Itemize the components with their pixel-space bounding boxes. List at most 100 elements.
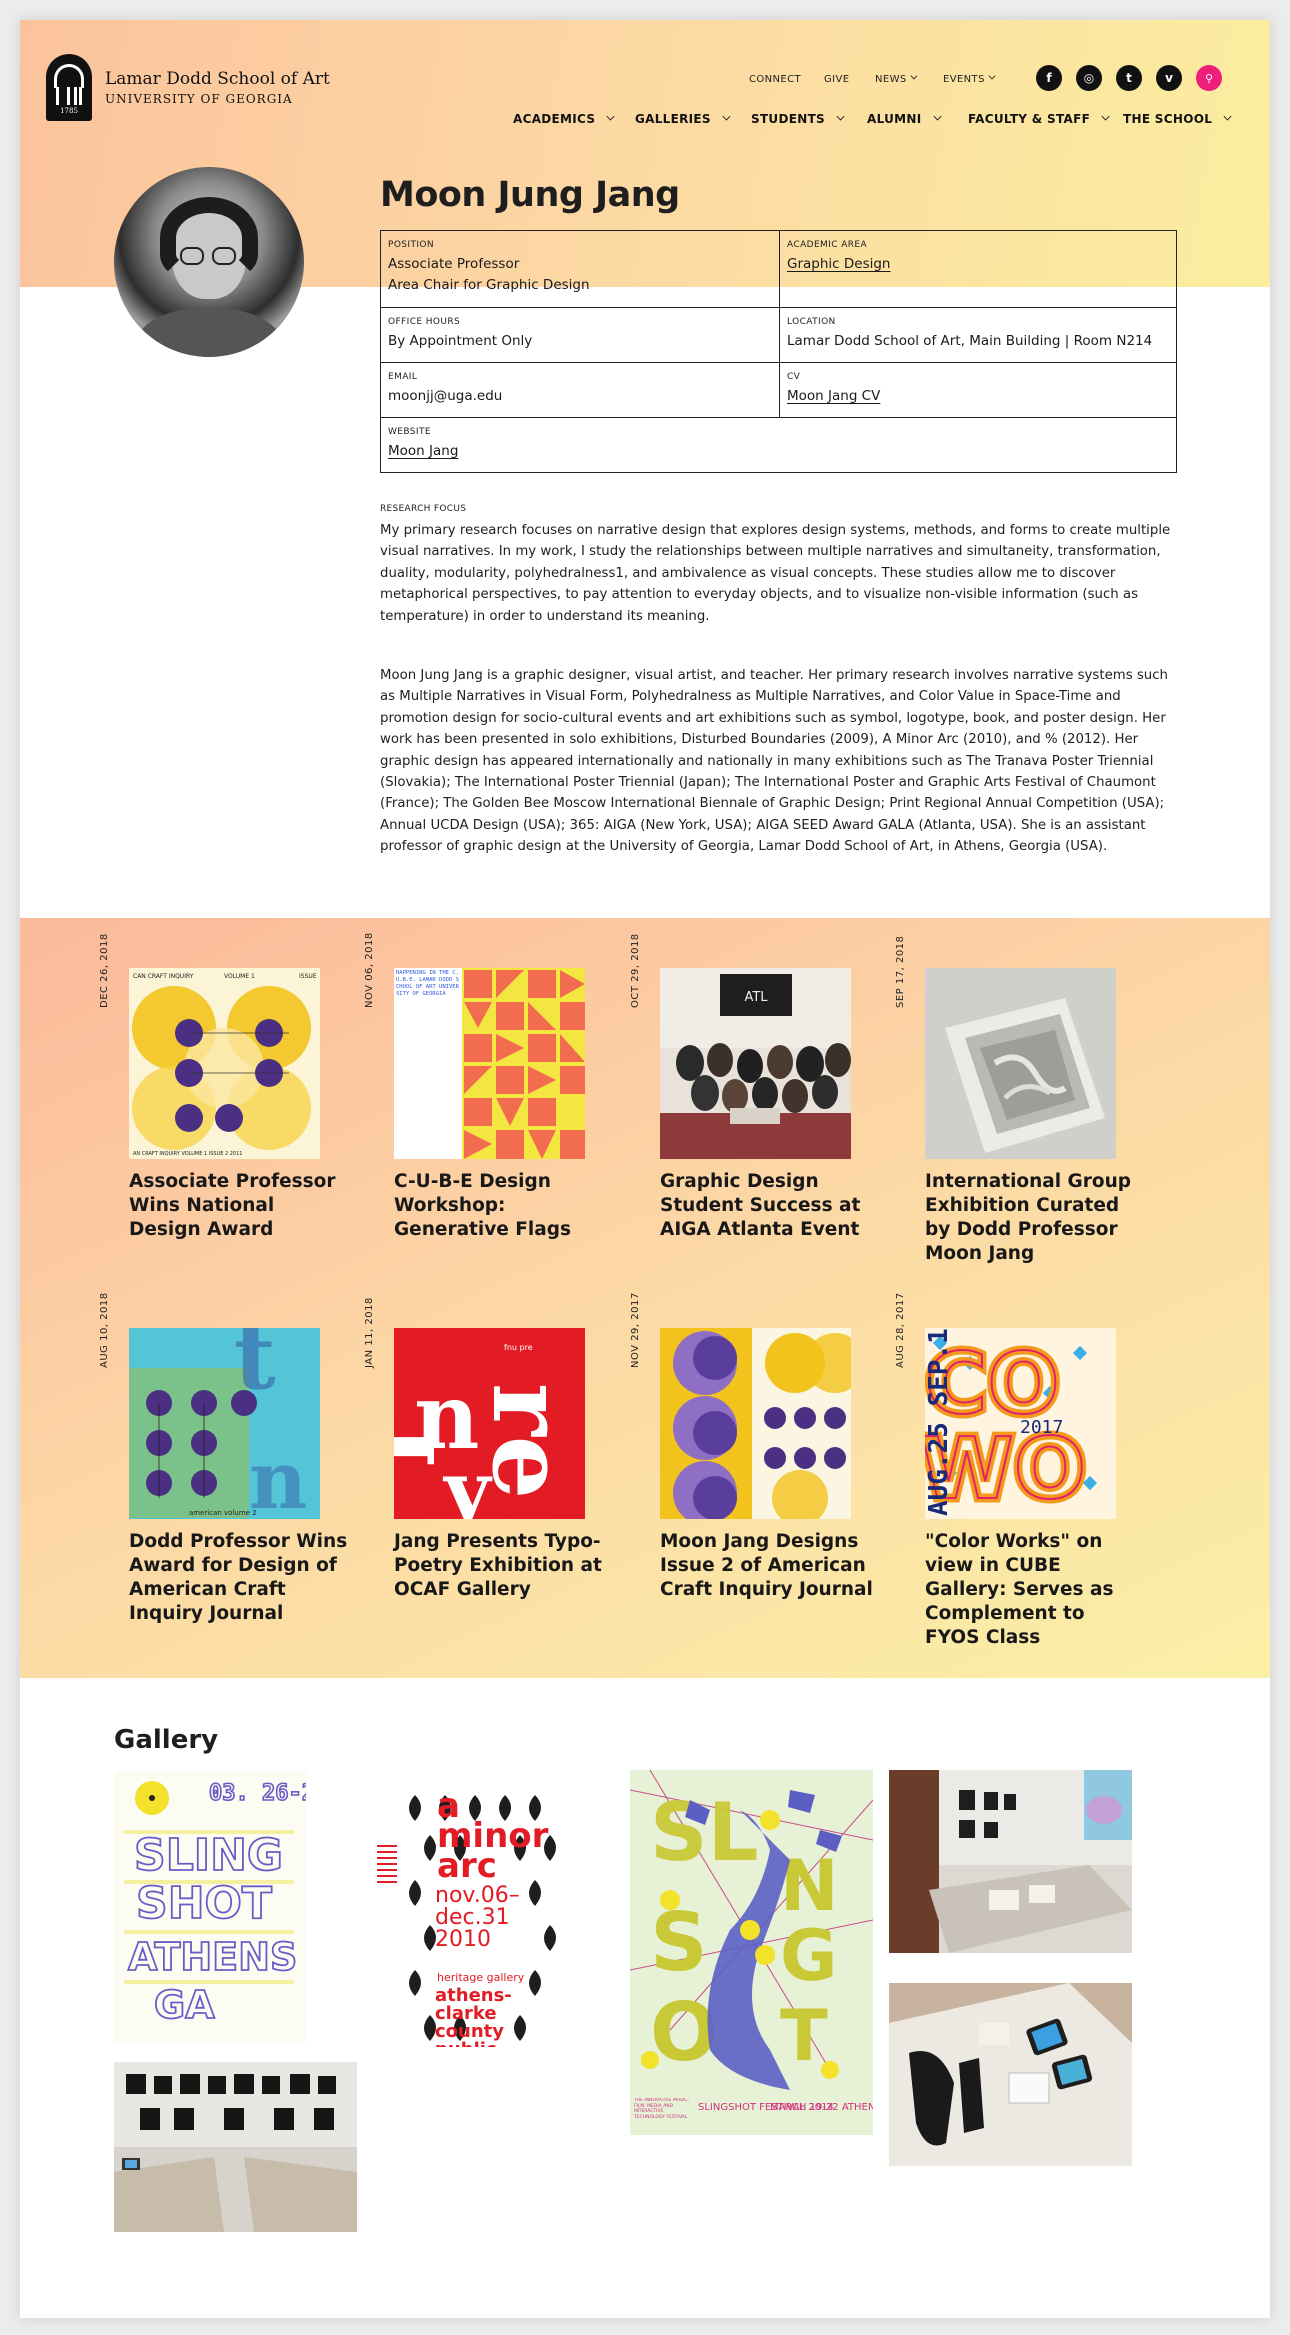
thumb-text: VOLUME 1 — [224, 973, 255, 980]
location-label: LOCATION — [787, 317, 836, 327]
thumb-text: ATL — [744, 990, 768, 1005]
office-hours-label: OFFICE HOURS — [388, 317, 461, 327]
poster-text: heritage gallery — [437, 1971, 525, 1984]
profile-name: Moon Jung Jang — [380, 175, 680, 215]
news-title[interactable]: Associate Professor Wins National Design… — [129, 1170, 349, 1242]
gallery-image-minor-arc[interactable]: a minor arc nov.06–dec.31 2010 heritage … — [375, 1785, 575, 2053]
gallery-image-slingshot-athens[interactable]: 03. 26-28 SLING SHOT ATHENS GA — [114, 1770, 306, 2042]
cv-label: CV — [787, 372, 801, 382]
thumb-text: AN CRAFT INQUIRY VOLUME 1 ISSUE 2 2011 — [133, 1151, 242, 1157]
news-title[interactable]: C-U-B-E Design Workshop: Generative Flag… — [394, 1170, 614, 1242]
chevron-down-icon — [722, 112, 731, 121]
nav-galleries[interactable]: GALLERIES — [635, 112, 731, 126]
poster-text: SHOT — [136, 1878, 272, 1929]
thumb-text: 2017 — [1020, 1417, 1063, 1438]
email-value[interactable]: moonjj@uga.edu — [388, 386, 772, 407]
svg-text:S: S — [650, 1896, 708, 1989]
office-hours-value: By Appointment Only — [388, 333, 533, 349]
nav-the-school[interactable]: THE SCHOOL — [1123, 112, 1232, 126]
academic-area-label: ACADEMIC AREA — [787, 240, 868, 250]
nav-alumni[interactable]: ALUMNI — [867, 112, 941, 126]
svg-text:SL: SL — [650, 1786, 759, 1879]
news-thumbnail[interactable] — [660, 1328, 851, 1519]
poster-text: GA — [154, 1983, 215, 2027]
site-logo[interactable]: 1785 Lamar Dodd School of Art UNIVERSITY… — [46, 54, 330, 121]
svg-text:n: n — [249, 1433, 307, 1519]
page-frame: 1785 Lamar Dodd School of Art UNIVERSITY… — [20, 20, 1270, 2318]
gallery-image-installation-1[interactable] — [889, 1770, 1132, 1953]
chevron-down-icon — [933, 112, 941, 121]
gallery-image-installation-2[interactable] — [889, 1983, 1132, 2166]
arch-logo-icon: 1785 — [46, 54, 92, 121]
research-focus-label: RESEARCH FOCUS — [380, 504, 467, 514]
news-date: NOV 06, 2018 — [364, 932, 375, 1008]
news-date: JAN 11, 2018 — [364, 1297, 375, 1368]
news-thumbnail[interactable] — [925, 968, 1116, 1159]
website-label: WEBSITE — [388, 427, 431, 437]
logo-school-name: Lamar Dodd School of Art — [105, 69, 330, 89]
bio-text: Moon Jung Jang is a graphic designer, vi… — [380, 668, 1168, 855]
news-title[interactable]: Jang Presents Typo-Poetry Exhibition at … — [394, 1530, 614, 1602]
poster-text: MARCH 19-22 ATHENS GEORGIA — [770, 2102, 873, 2113]
logo-year: 1785 — [60, 107, 78, 115]
poster-text: THE INNOVATIVE MUSIC, FILM, MEDIA AND IN… — [634, 2098, 689, 2120]
svg-text:re: re — [470, 1383, 585, 1499]
chevron-down-icon — [1223, 112, 1232, 121]
news-title[interactable]: Dodd Professor Wins Award for Design of … — [129, 1530, 349, 1626]
profile-photo — [114, 167, 304, 357]
news-thumbnail[interactable]: f n y re fnu pre — [394, 1328, 585, 1519]
academic-area-link[interactable]: Graphic Design — [787, 254, 1169, 275]
poster-text: arc — [437, 1846, 497, 1886]
position-title: Associate Professor — [388, 256, 520, 272]
poster-text: nov.06–dec.31 2010 — [435, 1885, 520, 1952]
news-title[interactable]: Moon Jang Designs Issue 2 of American Cr… — [660, 1530, 880, 1602]
thumb-text: CAN CRAFT INQUIRY — [133, 973, 194, 980]
twitter-icon[interactable]: t — [1116, 65, 1142, 91]
search-icon[interactable]: ⚲ — [1196, 65, 1222, 91]
news-title[interactable]: Graphic Design Student Success at AIGA A… — [660, 1170, 880, 1242]
thumb-text: AUG.25 SEP.15 — [925, 1328, 954, 1516]
cv-link[interactable]: Moon Jang CV — [787, 386, 1169, 407]
research-focus-text: My primary research focuses on narrative… — [380, 523, 1171, 624]
vimeo-icon[interactable]: v — [1156, 65, 1182, 91]
chevron-down-icon — [836, 112, 845, 121]
news-thumbnail[interactable]: CAN CRAFT INQUIRY VOLUME 1 ISSUE AN CRAF… — [129, 968, 320, 1159]
svg-text:G: G — [780, 1915, 837, 1997]
location-value: Lamar Dodd School of Art, Main Building … — [787, 333, 1153, 349]
news-title[interactable]: "Color Works" on view in CUBE Gallery: S… — [925, 1530, 1145, 1650]
gallery-image-slingshot-festival[interactable]: SL N G S O T SLINGSHOT FESTIVAL 2014 MAR… — [630, 1770, 873, 2135]
chevron-down-icon — [1101, 112, 1110, 121]
position-subtitle: Area Chair for Graphic Design — [388, 277, 590, 293]
nav-faculty-staff[interactable]: FACULTY & STAFF — [968, 112, 1110, 126]
chevron-down-icon — [910, 72, 918, 80]
news-title[interactable]: International Group Exhibition Curated b… — [925, 1170, 1145, 1266]
news-date: OCT 29, 2018 — [630, 933, 641, 1008]
position-label: POSITION — [388, 240, 435, 250]
gallery-image-installation-3[interactable] — [114, 2062, 357, 2232]
news-thumbnail[interactable]: HAPPENING IN THE C.U.B.E. LAMAR DODD SCH… — [394, 968, 585, 1159]
news-thumbnail[interactable]: t n american volume 2 — [129, 1328, 320, 1519]
instagram-icon[interactable]: ◎ — [1076, 65, 1102, 91]
news-thumbnail[interactable]: CO CO WO WO AUG.25 SEP.15 2017 — [925, 1328, 1116, 1519]
logo-university-name: UNIVERSITY OF GEORGIA — [105, 92, 293, 106]
profile-info-table: POSITION Associate Professor Area Chair … — [380, 230, 1177, 473]
nav-students[interactable]: STUDENTS — [751, 112, 845, 126]
util-events[interactable]: EVENTS — [943, 72, 996, 85]
util-connect[interactable]: CONNECT — [749, 74, 801, 85]
nav-academics[interactable]: ACADEMICS — [513, 112, 615, 126]
thumb-text: ISSUE — [299, 973, 317, 980]
poster-text: 03. 26-28 — [209, 1781, 306, 1806]
chevron-down-icon — [606, 112, 615, 121]
gallery-title: Gallery — [114, 1725, 219, 1755]
facebook-icon[interactable]: f — [1036, 65, 1062, 91]
news-thumbnail[interactable]: ATL — [660, 968, 851, 1159]
util-give[interactable]: GIVE — [824, 74, 849, 85]
thumb-text: american volume 2 — [189, 1509, 257, 1517]
news-date: SEP 17, 2018 — [895, 935, 906, 1008]
poster-text: ATHENS — [128, 1935, 297, 1979]
website-link[interactable]: Moon Jang — [388, 441, 1169, 462]
news-date: AUG 10, 2018 — [99, 1292, 110, 1368]
chevron-down-icon — [988, 72, 996, 80]
news-date: NOV 29, 2017 — [630, 1292, 641, 1368]
util-news[interactable]: NEWS — [875, 72, 918, 85]
